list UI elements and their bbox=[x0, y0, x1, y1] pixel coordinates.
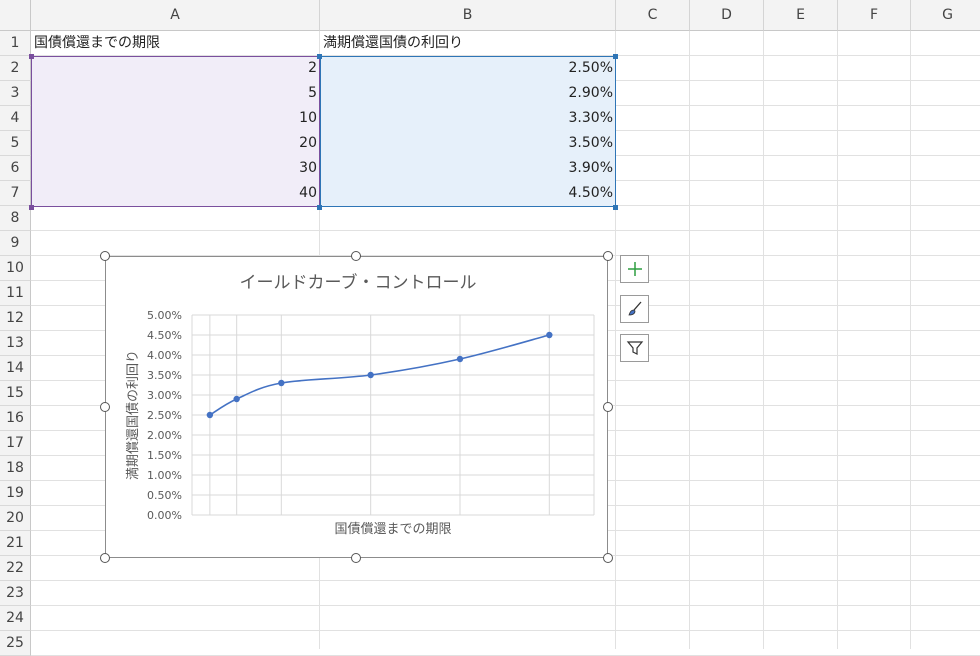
row-header-13[interactable]: 13 bbox=[0, 331, 31, 356]
data-point[interactable] bbox=[367, 371, 374, 379]
gridline bbox=[763, 31, 764, 649]
selection-handle[interactable] bbox=[613, 205, 618, 210]
select-all-corner[interactable] bbox=[0, 0, 31, 31]
cell-a4[interactable]: 10 bbox=[31, 106, 320, 131]
y-tick-label: 3.50% bbox=[147, 369, 182, 382]
cell-a3[interactable]: 5 bbox=[31, 81, 320, 106]
gridline bbox=[31, 230, 980, 231]
chart-resize-handle[interactable] bbox=[603, 553, 613, 563]
chart-title[interactable]: イールドカーブ・コントロール bbox=[240, 272, 477, 293]
row-header-8[interactable]: 8 bbox=[0, 206, 31, 231]
data-point[interactable] bbox=[233, 395, 240, 403]
cell-b4[interactable]: 3.30% bbox=[320, 106, 616, 131]
row-header-24[interactable]: 24 bbox=[0, 606, 31, 631]
row-header-4[interactable]: 4 bbox=[0, 106, 31, 131]
row-header-3[interactable]: 3 bbox=[0, 81, 31, 106]
y-tick-label: 2.50% bbox=[147, 409, 182, 422]
selection-handle[interactable] bbox=[317, 205, 322, 210]
row-header-15[interactable]: 15 bbox=[0, 381, 31, 406]
chart-elements-button[interactable] bbox=[620, 255, 649, 283]
row-header-5[interactable]: 5 bbox=[0, 131, 31, 156]
cell-a5[interactable]: 20 bbox=[31, 131, 320, 156]
data-point[interactable] bbox=[546, 331, 553, 339]
chart-filters-button[interactable] bbox=[620, 334, 649, 362]
y-tick-label: 4.00% bbox=[147, 349, 182, 362]
chart-resize-handle[interactable] bbox=[603, 402, 613, 412]
row-header-10[interactable]: 10 bbox=[0, 256, 31, 281]
cell-a1[interactable]: 国債償還までの期限 bbox=[31, 31, 320, 56]
cell-b6[interactable]: 3.90% bbox=[320, 156, 616, 181]
y-tick-label: 0.50% bbox=[147, 489, 182, 502]
row-header-22[interactable]: 22 bbox=[0, 556, 31, 581]
y-tick-label: 2.00% bbox=[147, 429, 182, 442]
y-tick-label: 1.50% bbox=[147, 449, 182, 462]
chart-area[interactable]: 0.00% 0.50% 1.00% 1.50% 2.00% 2.50% 3.00% 3.50%… bbox=[105, 256, 608, 558]
y-axis-title[interactable]: 満期償還国債の利回り bbox=[126, 350, 141, 480]
gridline bbox=[31, 630, 980, 631]
row-header-25[interactable]: 25 bbox=[0, 631, 31, 656]
chart-resize-handle[interactable] bbox=[351, 251, 361, 261]
filter-icon bbox=[626, 341, 643, 355]
cell-a2[interactable]: 2 bbox=[31, 56, 320, 81]
chart-styles-button[interactable] bbox=[620, 295, 649, 323]
column-header-d[interactable]: D bbox=[690, 0, 764, 31]
column-header-e[interactable]: E bbox=[764, 0, 838, 31]
cell-b1[interactable]: 満期償還国債の利回り bbox=[320, 31, 616, 56]
chart-resize-handle[interactable] bbox=[100, 402, 110, 412]
selection-handle[interactable] bbox=[317, 54, 322, 59]
plus-icon bbox=[627, 262, 642, 276]
row-header-12[interactable]: 12 bbox=[0, 306, 31, 331]
x-axis-title[interactable]: 国債償還までの期限 bbox=[334, 522, 451, 537]
row-header-14[interactable]: 14 bbox=[0, 356, 31, 381]
cell-b2[interactable]: 2.50% bbox=[320, 56, 616, 81]
selection-handle[interactable] bbox=[29, 54, 34, 59]
row-header-17[interactable]: 17 bbox=[0, 431, 31, 456]
column-header-c[interactable]: C bbox=[616, 0, 690, 31]
row-header-19[interactable]: 19 bbox=[0, 481, 31, 506]
data-point[interactable] bbox=[206, 411, 214, 419]
data-point[interactable] bbox=[456, 355, 464, 363]
column-header-f[interactable]: F bbox=[838, 0, 911, 31]
cell-b3[interactable]: 2.90% bbox=[320, 81, 616, 106]
selection-handle[interactable] bbox=[29, 205, 34, 210]
row-header-7[interactable]: 7 bbox=[0, 181, 31, 206]
y-tick-label: 4.50% bbox=[147, 329, 182, 342]
cell-b7[interactable]: 4.50% bbox=[320, 181, 616, 206]
selection-handle[interactable] bbox=[613, 54, 618, 59]
chart-resize-handle[interactable] bbox=[100, 251, 110, 261]
row-header-16[interactable]: 16 bbox=[0, 406, 31, 431]
chart-resize-handle[interactable] bbox=[100, 553, 110, 563]
cell-b5[interactable]: 3.50% bbox=[320, 131, 616, 156]
gridline bbox=[910, 31, 911, 649]
row-header-21[interactable]: 21 bbox=[0, 531, 31, 556]
column-header-g[interactable]: G bbox=[911, 0, 980, 31]
paintbrush-icon bbox=[627, 301, 641, 316]
y-tick-label: 0.00% bbox=[147, 509, 182, 522]
chart-resize-handle[interactable] bbox=[351, 553, 361, 563]
row-header-9[interactable]: 9 bbox=[0, 231, 31, 256]
y-tick-label: 3.00% bbox=[147, 389, 182, 402]
y-tick-label: 1.00% bbox=[147, 469, 182, 482]
row-header-18[interactable]: 18 bbox=[0, 456, 31, 481]
gridline bbox=[31, 605, 980, 606]
row-header-1[interactable]: 1 bbox=[0, 31, 31, 56]
column-header-a[interactable]: A bbox=[31, 0, 320, 31]
gridline bbox=[689, 31, 690, 649]
y-tick-label: 5.00% bbox=[147, 309, 182, 322]
row-header-6[interactable]: 6 bbox=[0, 156, 31, 181]
chart-resize-handle[interactable] bbox=[603, 251, 613, 261]
gridline bbox=[31, 580, 980, 581]
line-chart: 0.00% 0.50% 1.00% 1.50% 2.00% 2.50% 3.00% 3.50%… bbox=[126, 272, 595, 537]
column-header-b[interactable]: B bbox=[320, 0, 616, 31]
row-header-23[interactable]: 23 bbox=[0, 581, 31, 606]
row-header-20[interactable]: 20 bbox=[0, 506, 31, 531]
row-header-11[interactable]: 11 bbox=[0, 281, 31, 306]
gridline bbox=[837, 31, 838, 649]
data-point[interactable] bbox=[278, 379, 285, 387]
cell-a6[interactable]: 30 bbox=[31, 156, 320, 181]
cell-a7[interactable]: 40 bbox=[31, 181, 320, 206]
row-header-2[interactable]: 2 bbox=[0, 56, 31, 81]
